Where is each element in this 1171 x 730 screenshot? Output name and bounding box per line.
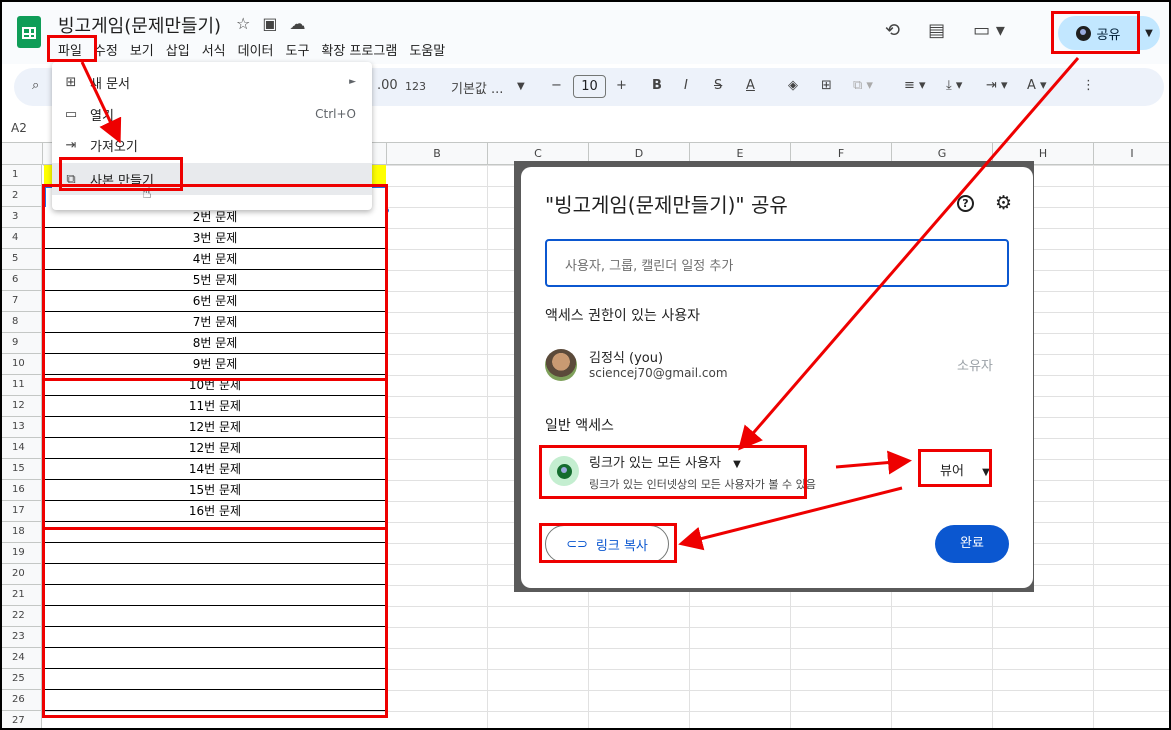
annotation-arrows bbox=[80, 57, 1080, 551]
arrow bbox=[835, 450, 912, 475]
arrow bbox=[738, 57, 1080, 451]
arrow bbox=[678, 486, 903, 551]
arrow bbox=[80, 61, 122, 144]
